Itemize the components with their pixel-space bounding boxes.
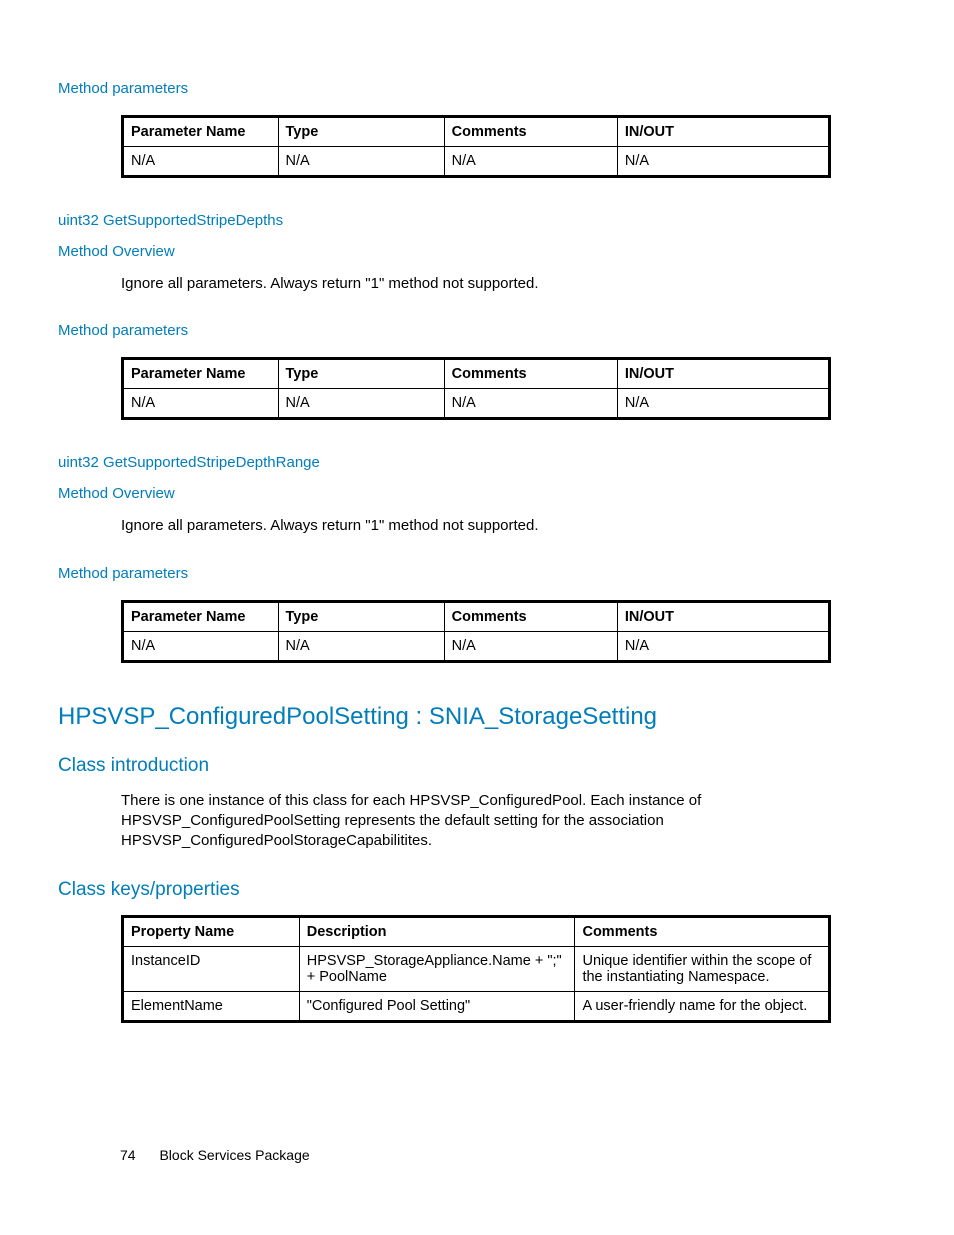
td: N/A [123,389,279,419]
heading-class-title: HPSVSP_ConfiguredPoolSetting : SNIA_Stor… [58,703,854,731]
table-row: ElementName "Configured Pool Setting" A … [123,992,830,1022]
th: Type [278,359,444,389]
heading-method-name-2: uint32 GetSupportedStripeDepthRange [58,454,854,471]
heading-method-overview-1: Method Overview [58,243,854,260]
td: A user-friendly name for the object. [575,992,830,1022]
td: N/A [123,631,279,661]
text-overview-body-2: Ignore all parameters. Always return "1"… [121,516,854,536]
td: "Configured Pool Setting" [299,992,575,1022]
table-header-row: Parameter Name Type Comments IN/OUT [123,601,830,631]
table-params-3: Parameter Name Type Comments IN/OUT N/A … [121,600,831,663]
heading-method-parameters-3: Method parameters [58,565,854,582]
table-row: N/A N/A N/A N/A [123,631,830,661]
table-params-1: Parameter Name Type Comments IN/OUT N/A … [121,115,831,178]
th: Comments [444,601,617,631]
table-header-row: Property Name Description Comments [123,917,830,947]
text-overview-body-1: Ignore all parameters. Always return "1"… [121,274,854,294]
th: IN/OUT [617,359,829,389]
heading-class-keys-properties: Class keys/properties [58,879,854,901]
table-properties: Property Name Description Comments Insta… [121,915,831,1023]
heading-method-overview-2: Method Overview [58,485,854,502]
table-header-row: Parameter Name Type Comments IN/OUT [123,117,830,147]
td: HPSVSP_StorageAppliance.Name + ";" + Poo… [299,947,575,992]
heading-class-introduction: Class introduction [58,755,854,777]
td: ElementName [123,992,300,1022]
td: N/A [278,389,444,419]
th: Comments [444,359,617,389]
page-number: 74 [120,1147,136,1163]
th: IN/OUT [617,117,829,147]
heading-method-name-1: uint32 GetSupportedStripeDepths [58,212,854,229]
th: Comments [575,917,830,947]
th: Type [278,601,444,631]
th: IN/OUT [617,601,829,631]
td: N/A [123,147,279,177]
heading-method-parameters-1: Method parameters [58,80,854,97]
footer-title: Block Services Package [159,1147,309,1163]
td: N/A [617,389,829,419]
table-params-2: Parameter Name Type Comments IN/OUT N/A … [121,357,831,420]
td: N/A [617,631,829,661]
td: N/A [444,389,617,419]
td: Unique identifier within the scope of th… [575,947,830,992]
th: Description [299,917,575,947]
th: Parameter Name [123,117,279,147]
table-row: N/A N/A N/A N/A [123,147,830,177]
th: Property Name [123,917,300,947]
td: N/A [444,147,617,177]
page-footer: 74 Block Services Package [120,1147,310,1163]
table-row: InstanceID HPSVSP_StorageAppliance.Name … [123,947,830,992]
td: N/A [278,147,444,177]
table-row: N/A N/A N/A N/A [123,389,830,419]
td: N/A [617,147,829,177]
heading-method-parameters-2: Method parameters [58,322,854,339]
text-class-intro-body: There is one instance of this class for … [121,791,854,852]
td: N/A [278,631,444,661]
th: Parameter Name [123,601,279,631]
td: N/A [444,631,617,661]
td: InstanceID [123,947,300,992]
th: Comments [444,117,617,147]
table-header-row: Parameter Name Type Comments IN/OUT [123,359,830,389]
th: Parameter Name [123,359,279,389]
th: Type [278,117,444,147]
